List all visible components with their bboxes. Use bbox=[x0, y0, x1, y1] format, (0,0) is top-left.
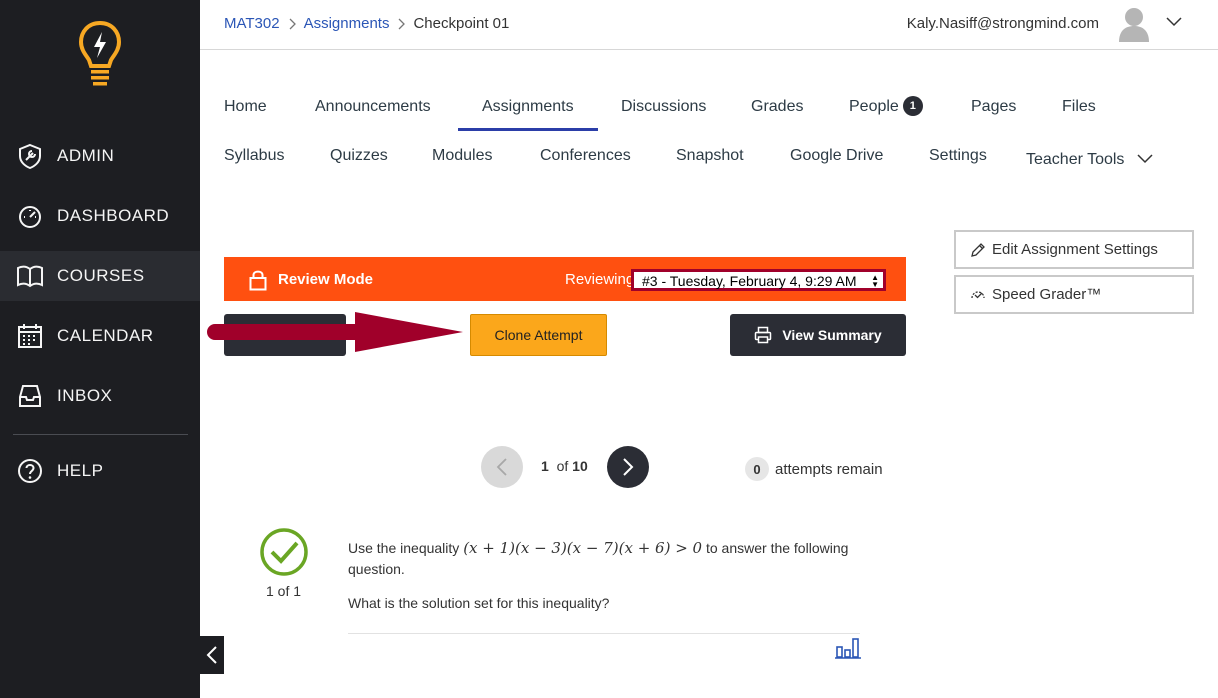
sidebar-item-dashboard[interactable]: DASHBOARD bbox=[0, 191, 200, 241]
tab-quizzes[interactable]: Quizzes bbox=[330, 147, 388, 165]
edit-assignment-settings-button[interactable]: Edit Assignment Settings bbox=[954, 230, 1194, 269]
sidebar-item-label: COURSES bbox=[57, 266, 145, 285]
sidebar-collapse-button[interactable] bbox=[200, 636, 224, 674]
user-email[interactable]: Kaly.Nasiff@strongmind.com bbox=[907, 15, 1099, 32]
sidebar-item-label: ADMIN bbox=[57, 146, 115, 165]
sidebar: ADMIN DASHBOARD COURSES CALENDAR INBOX H… bbox=[0, 0, 200, 698]
total-pages: 10 bbox=[572, 458, 588, 474]
attempts-label: attempts remain bbox=[775, 460, 883, 478]
pencil-icon bbox=[971, 242, 985, 257]
tab-google-drive[interactable]: Google Drive bbox=[790, 147, 883, 165]
tab-assignments[interactable]: Assignments bbox=[482, 98, 574, 116]
sidebar-item-label: INBOX bbox=[57, 386, 113, 405]
bar-chart-icon[interactable] bbox=[835, 637, 861, 659]
chevron-right-icon bbox=[289, 18, 296, 29]
printer-icon bbox=[755, 326, 772, 344]
inbox-icon bbox=[16, 382, 44, 410]
check-circle-icon bbox=[260, 528, 308, 576]
tab-settings[interactable]: Settings bbox=[929, 147, 987, 165]
avatar[interactable] bbox=[1118, 6, 1150, 42]
view-summary-button[interactable]: View Summary bbox=[730, 314, 906, 356]
breadcrumb-course-link[interactable]: MAT302 bbox=[224, 15, 280, 32]
tab-grades[interactable]: Grades bbox=[751, 98, 803, 116]
tab-conferences[interactable]: Conferences bbox=[540, 147, 631, 165]
tab-syllabus[interactable]: Syllabus bbox=[224, 147, 284, 165]
book-icon bbox=[16, 262, 44, 290]
question-text: Use the inequality (x + 1)(x − 3)(x − 7)… bbox=[348, 538, 868, 580]
chevron-down-icon bbox=[1137, 154, 1153, 164]
annotation-arrow-icon bbox=[207, 312, 463, 352]
speedometer-icon bbox=[16, 202, 44, 230]
previous-question-button[interactable] bbox=[481, 446, 523, 488]
question-divider bbox=[348, 633, 860, 634]
tab-snapshot[interactable]: Snapshot bbox=[676, 147, 744, 165]
button-label: View Summary bbox=[782, 327, 882, 343]
select-arrows-icon: ▲ ▼ bbox=[871, 273, 879, 289]
lock-icon bbox=[249, 270, 267, 291]
speed-grader-icon bbox=[971, 290, 985, 298]
help-circle-icon bbox=[16, 457, 44, 485]
button-label: Speed Grader™ bbox=[992, 286, 1102, 303]
breadcrumb: MAT302 Assignments Checkpoint 01 bbox=[224, 15, 509, 32]
attempts-remaining: 0 attempts remain bbox=[745, 457, 883, 481]
active-tab-indicator bbox=[458, 128, 598, 131]
current-page: 1 bbox=[541, 458, 549, 474]
sidebar-item-calendar[interactable]: CALENDAR bbox=[0, 311, 200, 361]
tab-announcements[interactable]: Announcements bbox=[315, 98, 431, 116]
tab-label: People bbox=[849, 98, 899, 116]
next-question-button[interactable] bbox=[607, 446, 649, 488]
speed-grader-button[interactable]: Speed Grader™ bbox=[954, 275, 1194, 314]
calendar-icon bbox=[16, 322, 44, 350]
page-of-label: of bbox=[556, 458, 569, 474]
tab-home[interactable]: Home bbox=[224, 98, 267, 116]
attempt-select-value: #3 - Tuesday, February 4, 9:29 AM bbox=[642, 273, 857, 289]
sidebar-item-admin[interactable]: ADMIN bbox=[0, 131, 200, 181]
breadcrumb-assignments-link[interactable]: Assignments bbox=[304, 15, 390, 32]
chevron-left-icon bbox=[206, 646, 217, 664]
button-label: Clone Attempt bbox=[494, 327, 583, 343]
tab-files[interactable]: Files bbox=[1062, 98, 1096, 116]
sidebar-item-label: CALENDAR bbox=[57, 326, 154, 345]
chevron-left-icon bbox=[496, 458, 507, 476]
breadcrumb-current: Checkpoint 01 bbox=[413, 15, 510, 32]
button-label: Edit Assignment Settings bbox=[992, 241, 1158, 258]
question-text-before: Use the inequality bbox=[348, 540, 460, 556]
chevron-down-icon[interactable] bbox=[1166, 14, 1182, 30]
sidebar-item-courses[interactable]: COURSES bbox=[0, 251, 200, 301]
sidebar-item-help[interactable]: HELP bbox=[0, 446, 200, 496]
chevron-right-icon bbox=[623, 458, 634, 476]
clone-attempt-button[interactable]: Clone Attempt bbox=[470, 314, 607, 356]
tab-discussions[interactable]: Discussions bbox=[621, 98, 706, 116]
sidebar-item-label: DASHBOARD bbox=[57, 206, 170, 225]
question-prompt: What is the solution set for this inequa… bbox=[348, 595, 610, 611]
lightbulb-logo-icon bbox=[78, 20, 122, 86]
attempt-select[interactable]: #3 - Tuesday, February 4, 9:29 AM ▲ ▼ bbox=[631, 269, 886, 291]
sidebar-item-inbox[interactable]: INBOX bbox=[0, 371, 200, 421]
tab-label: Teacher Tools bbox=[1026, 151, 1125, 168]
review-mode-label: Review Mode bbox=[278, 271, 374, 288]
tab-teacher-tools[interactable]: Teacher Tools bbox=[1026, 151, 1153, 169]
sidebar-item-label: HELP bbox=[57, 461, 104, 480]
tab-people[interactable]: People 1 bbox=[849, 96, 923, 117]
sidebar-divider bbox=[13, 434, 188, 435]
question-math: (x + 1)(x − 3)(x − 7)(x + 6) > 0 bbox=[463, 539, 703, 557]
tab-pages[interactable]: Pages bbox=[971, 98, 1016, 116]
page-indicator: 1 of 10 bbox=[541, 458, 588, 474]
shield-wrench-icon bbox=[16, 142, 44, 170]
question-score: 1 of 1 bbox=[266, 583, 302, 599]
top-bar: MAT302 Assignments Checkpoint 01 Kaly.Na… bbox=[200, 0, 1218, 50]
tab-modules[interactable]: Modules bbox=[432, 147, 492, 165]
notification-badge: 1 bbox=[902, 96, 923, 116]
reviewing-label: Reviewing bbox=[565, 271, 635, 288]
attempts-count-badge: 0 bbox=[745, 457, 769, 481]
chevron-right-icon bbox=[398, 18, 406, 29]
